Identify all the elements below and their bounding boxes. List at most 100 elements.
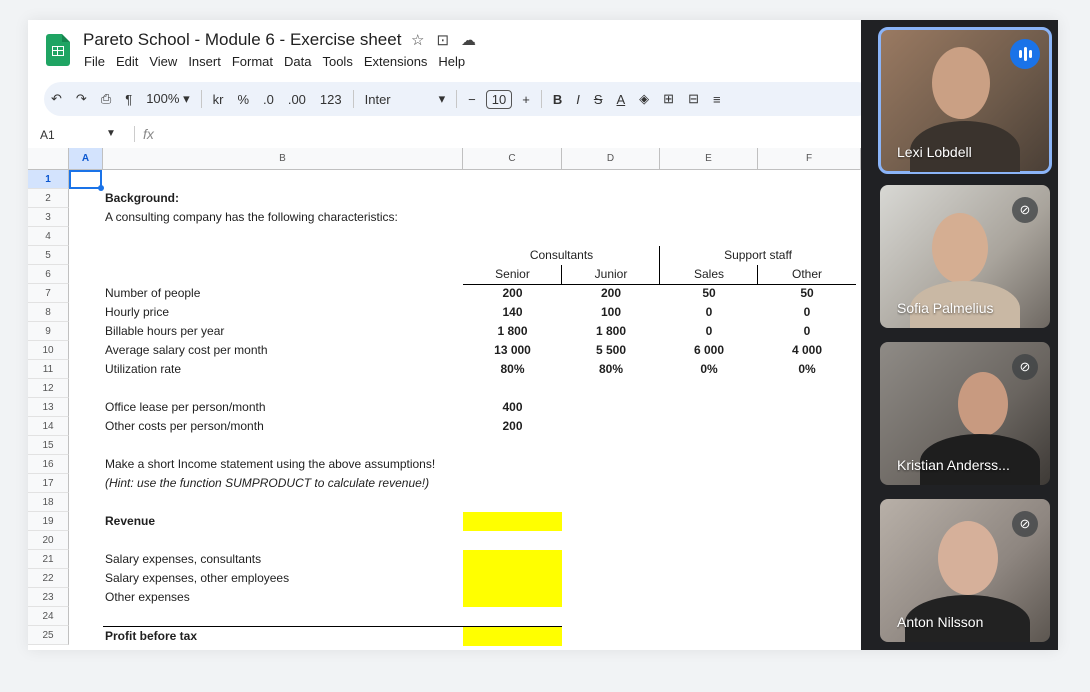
font-dropdown-icon[interactable]: ▾: [432, 91, 453, 107]
menu-help[interactable]: Help: [438, 54, 465, 69]
increase-decimal-button[interactable]: .00: [281, 92, 313, 107]
group-support-staff[interactable]: Support staff: [660, 246, 856, 265]
row-header[interactable]: 18: [28, 493, 69, 512]
move-folder-icon[interactable]: ⊡: [436, 31, 449, 49]
menu-data[interactable]: Data: [284, 54, 311, 69]
table-cell[interactable]: 0: [758, 303, 856, 322]
table-cell[interactable]: 4 000: [758, 341, 856, 360]
select-all-corner[interactable]: [28, 148, 69, 170]
increase-font-size-button[interactable]: +: [515, 92, 537, 107]
row-header[interactable]: 14: [28, 417, 69, 436]
row-label[interactable]: Hourly price: [105, 303, 169, 322]
salary-other-label[interactable]: Salary expenses, other employees: [105, 569, 289, 588]
merge-cells-icon[interactable]: ⊟: [681, 91, 706, 107]
column-header-d[interactable]: D: [562, 148, 660, 170]
table-cell[interactable]: 0: [660, 303, 758, 322]
name-box[interactable]: A1: [40, 128, 55, 142]
row-header[interactable]: 7: [28, 284, 69, 303]
align-icon[interactable]: ≡: [706, 92, 728, 107]
row-label[interactable]: Billable hours per year: [105, 322, 224, 341]
row-label[interactable]: Average salary cost per month: [105, 341, 268, 360]
participant-tile[interactable]: ⊘ Sofia Palmelius: [880, 185, 1050, 328]
row-label[interactable]: Number of people: [105, 284, 200, 303]
font-size-input[interactable]: 10: [485, 89, 513, 109]
row-header[interactable]: 9: [28, 322, 69, 341]
table-cell[interactable]: 0%: [758, 360, 856, 379]
table-cell[interactable]: 100: [562, 303, 660, 322]
revenue-label[interactable]: Revenue: [105, 512, 155, 531]
borders-icon[interactable]: ⊞: [656, 91, 681, 107]
more-formats-button[interactable]: 123: [313, 92, 349, 107]
cell-background-heading[interactable]: Background:: [105, 189, 179, 208]
column-header-a[interactable]: A: [69, 148, 103, 170]
column-header-b[interactable]: B: [103, 148, 463, 170]
salary-consultants-label[interactable]: Salary expenses, consultants: [105, 550, 261, 569]
column-header-c[interactable]: C: [463, 148, 562, 170]
font-select[interactable]: Inter: [358, 92, 432, 107]
other-costs-label[interactable]: Other costs per person/month: [105, 417, 264, 436]
hint-text[interactable]: (Hint: use the function SUMPRODUCT to ca…: [105, 474, 429, 493]
row-header[interactable]: 12: [28, 379, 69, 398]
menu-view[interactable]: View: [149, 54, 177, 69]
row-header[interactable]: 25: [28, 626, 69, 645]
menu-format[interactable]: Format: [232, 54, 273, 69]
row-header[interactable]: 2: [28, 189, 69, 208]
menu-file[interactable]: File: [84, 54, 105, 69]
row-header[interactable]: 23: [28, 588, 69, 607]
instruction-text[interactable]: Make a short Income statement using the …: [105, 455, 435, 474]
table-cell[interactable]: 200: [463, 284, 562, 303]
text-color-button[interactable]: A: [610, 92, 633, 107]
table-cell[interactable]: 1 800: [562, 322, 660, 341]
header-senior[interactable]: Senior: [463, 265, 562, 284]
row-header[interactable]: 22: [28, 569, 69, 588]
row-header[interactable]: 11: [28, 360, 69, 379]
row-header[interactable]: 16: [28, 455, 69, 474]
table-cell[interactable]: 80%: [463, 360, 562, 379]
document-title[interactable]: Pareto School - Module 6 - Exercise shee…: [83, 30, 401, 50]
table-cell[interactable]: 0: [758, 322, 856, 341]
zoom-select[interactable]: 100% ▾: [139, 91, 196, 107]
table-cell[interactable]: 140: [463, 303, 562, 322]
row-header[interactable]: 6: [28, 265, 69, 284]
row-header[interactable]: 13: [28, 398, 69, 417]
sheets-logo-icon[interactable]: [46, 34, 70, 66]
row-header[interactable]: 19: [28, 512, 69, 531]
row-header[interactable]: 4: [28, 227, 69, 246]
bold-button[interactable]: B: [546, 92, 569, 107]
table-cell[interactable]: 0%: [660, 360, 758, 379]
row-header[interactable]: 10: [28, 341, 69, 360]
row-header[interactable]: 17: [28, 474, 69, 493]
table-cell[interactable]: 80%: [562, 360, 660, 379]
menu-tools[interactable]: Tools: [322, 54, 352, 69]
table-cell[interactable]: 0: [660, 322, 758, 341]
fill-color-icon[interactable]: ◈: [632, 91, 656, 107]
menu-edit[interactable]: Edit: [116, 54, 138, 69]
cloud-status-icon[interactable]: ☁: [461, 31, 476, 49]
header-junior[interactable]: Junior: [562, 265, 660, 284]
italic-button[interactable]: I: [569, 92, 587, 107]
star-icon[interactable]: ☆: [411, 31, 424, 49]
table-cell[interactable]: 13 000: [463, 341, 562, 360]
profit-label[interactable]: Profit before tax: [105, 627, 197, 646]
office-lease-label[interactable]: Office lease per person/month: [105, 398, 266, 417]
row-header[interactable]: 8: [28, 303, 69, 322]
other-expenses-label[interactable]: Other expenses: [105, 588, 190, 607]
menu-insert[interactable]: Insert: [188, 54, 221, 69]
group-consultants[interactable]: Consultants: [463, 246, 660, 265]
row-header[interactable]: 1: [28, 170, 69, 189]
paint-format-icon[interactable]: ¶: [118, 92, 139, 107]
currency-format-button[interactable]: kr: [206, 92, 231, 107]
chevron-down-icon[interactable]: ▼: [106, 128, 116, 139]
table-cell[interactable]: 200: [562, 284, 660, 303]
row-header[interactable]: 24: [28, 607, 69, 626]
percent-format-button[interactable]: %: [230, 92, 256, 107]
header-sales[interactable]: Sales: [660, 265, 758, 284]
participant-tile[interactable]: ⊘ Anton Nilsson: [880, 499, 1050, 642]
row-header[interactable]: 15: [28, 436, 69, 455]
strikethrough-button[interactable]: S: [587, 92, 610, 107]
cell-intro[interactable]: A consulting company has the following c…: [105, 208, 398, 227]
row-header[interactable]: 5: [28, 246, 69, 265]
column-header-f[interactable]: F: [758, 148, 861, 170]
expenses-input-cells[interactable]: [463, 550, 562, 607]
row-label[interactable]: Utilization rate: [105, 360, 181, 379]
